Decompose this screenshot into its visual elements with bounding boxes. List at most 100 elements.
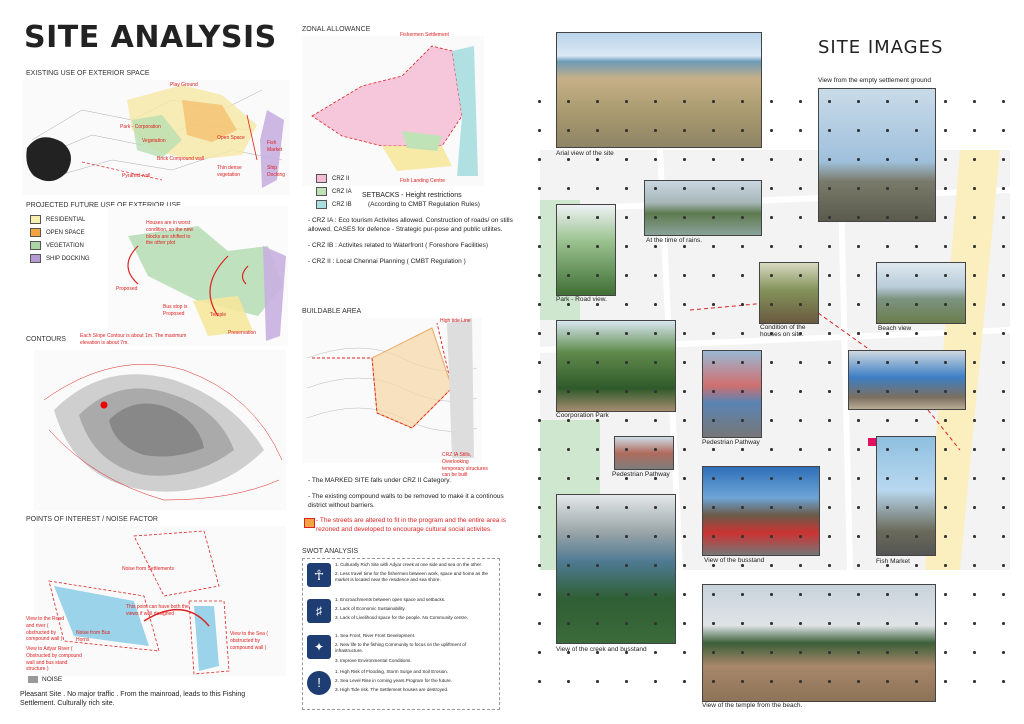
existing-use-map: Play Ground Park - Corporation Vegetatio…: [22, 80, 290, 195]
grid-dot: [741, 158, 744, 161]
grid-dot: [1002, 216, 1005, 219]
grid-dot: [799, 419, 802, 422]
grid-dot: [654, 593, 657, 596]
grid-dot: [973, 506, 976, 509]
grid-dot: [538, 448, 541, 451]
grid-dot: [538, 564, 541, 567]
swot-item: 1. Encroachments between open space and …: [335, 597, 446, 602]
label-noise-settlements: Noise from Settlements: [122, 566, 174, 572]
grid-dot: [1002, 303, 1005, 306]
grid-dot: [973, 448, 976, 451]
grid-dot: [886, 274, 889, 277]
grid-dot: [712, 448, 715, 451]
grid-dot: [567, 390, 570, 393]
buildable-note: - The existing compound walls to be remo…: [308, 493, 504, 510]
grid-dot: [799, 274, 802, 277]
grid-dot: [973, 361, 976, 364]
grid-dot: [857, 100, 860, 103]
grid-dot: [625, 274, 628, 277]
grid-dot: [596, 158, 599, 161]
legend-label: RESIDENTIAL: [46, 217, 86, 223]
grid-dot: [1002, 506, 1005, 509]
grid-dot: [915, 332, 918, 335]
grid-dot: [741, 593, 744, 596]
grid-dot: [828, 506, 831, 509]
legend-swatch: [30, 253, 41, 263]
grid-dot: [654, 419, 657, 422]
grid-dot: [828, 332, 831, 335]
noise-swatch: [28, 676, 38, 683]
grid-dot: [625, 535, 628, 538]
grid-dot: [683, 419, 686, 422]
grid-dot: [1002, 593, 1005, 596]
label-vegetation: Vegetation: [142, 138, 166, 144]
caption-empty-ground: View from the empty settlement ground: [818, 77, 931, 84]
grid-dot: [886, 419, 889, 422]
grid-dot: [828, 361, 831, 364]
swot-item: 3. Improve Environmental Conditions.: [335, 657, 412, 663]
grid-dot: [596, 593, 599, 596]
label-ship-docking: Ship Docking: [267, 165, 286, 178]
grid-dot: [596, 419, 599, 422]
grid-dot: [886, 535, 889, 538]
grid-dot: [828, 390, 831, 393]
grid-dot: [625, 419, 628, 422]
grid-dot: [944, 477, 947, 480]
grid-dot: [944, 274, 947, 277]
grid-dot: [770, 506, 773, 509]
contours-map: [34, 350, 286, 510]
grid-dot: [857, 593, 860, 596]
grid-dot: [886, 680, 889, 683]
label-crz-ia-stills: CRZ IA Stills, Overlooking temporary str…: [442, 452, 488, 479]
grid-dot: [1002, 419, 1005, 422]
grid-dot: [741, 100, 744, 103]
grid-dot: [596, 100, 599, 103]
grid-dot: [596, 564, 599, 567]
legend-row: SHIP DOCKING: [30, 253, 90, 266]
grid-dot: [770, 129, 773, 132]
grid-dot: [886, 448, 889, 451]
grid-dot: [683, 680, 686, 683]
grid-dot: [973, 332, 976, 335]
grid-dot: [596, 651, 599, 654]
grid-dot: [625, 216, 628, 219]
grid-dot: [973, 100, 976, 103]
grid-dot: [828, 477, 831, 480]
label-brick-wall: Brick Compound wall: [157, 156, 204, 162]
swot-opportunities: 1. Sea Front, River Front Development. 2…: [335, 633, 495, 664]
grid-dot: [683, 245, 686, 248]
grid-dot: [625, 100, 628, 103]
grid-dot: [654, 448, 657, 451]
grid-dot: [944, 593, 947, 596]
label-bus-stop: Bus stop is Proposed: [163, 304, 188, 317]
grid-dot: [1002, 535, 1005, 538]
grid-dot: [625, 448, 628, 451]
label-play-ground: Play Ground: [170, 82, 198, 88]
grid-dot: [828, 129, 831, 132]
grid-dot: [538, 187, 541, 190]
grid-dot: [567, 129, 570, 132]
label-park: Park - Corporation: [120, 124, 161, 130]
grid-dot: [770, 477, 773, 480]
grid-dot: [538, 419, 541, 422]
swot-item: 2. Less travel time for the fishermen be…: [335, 571, 488, 583]
legend-row: CRZ IB: [316, 199, 352, 212]
grid-dot: [886, 390, 889, 393]
grid-dot: [567, 216, 570, 219]
legend-row: CRZ II: [316, 173, 352, 186]
grid-dot: [886, 506, 889, 509]
grid-dot: [741, 477, 744, 480]
grid-dot: [1002, 158, 1005, 161]
grid-dot: [538, 593, 541, 596]
grid-dot: [799, 332, 802, 335]
grid-dot: [915, 158, 918, 161]
grid-dot: [944, 100, 947, 103]
grid-dot: [770, 680, 773, 683]
grid-dot: [712, 390, 715, 393]
grid-dot: [799, 448, 802, 451]
grid-dot: [538, 129, 541, 132]
grid-dot: [625, 187, 628, 190]
grid-dot: [538, 100, 541, 103]
grid-dot: [944, 361, 947, 364]
grid-dot: [654, 477, 657, 480]
